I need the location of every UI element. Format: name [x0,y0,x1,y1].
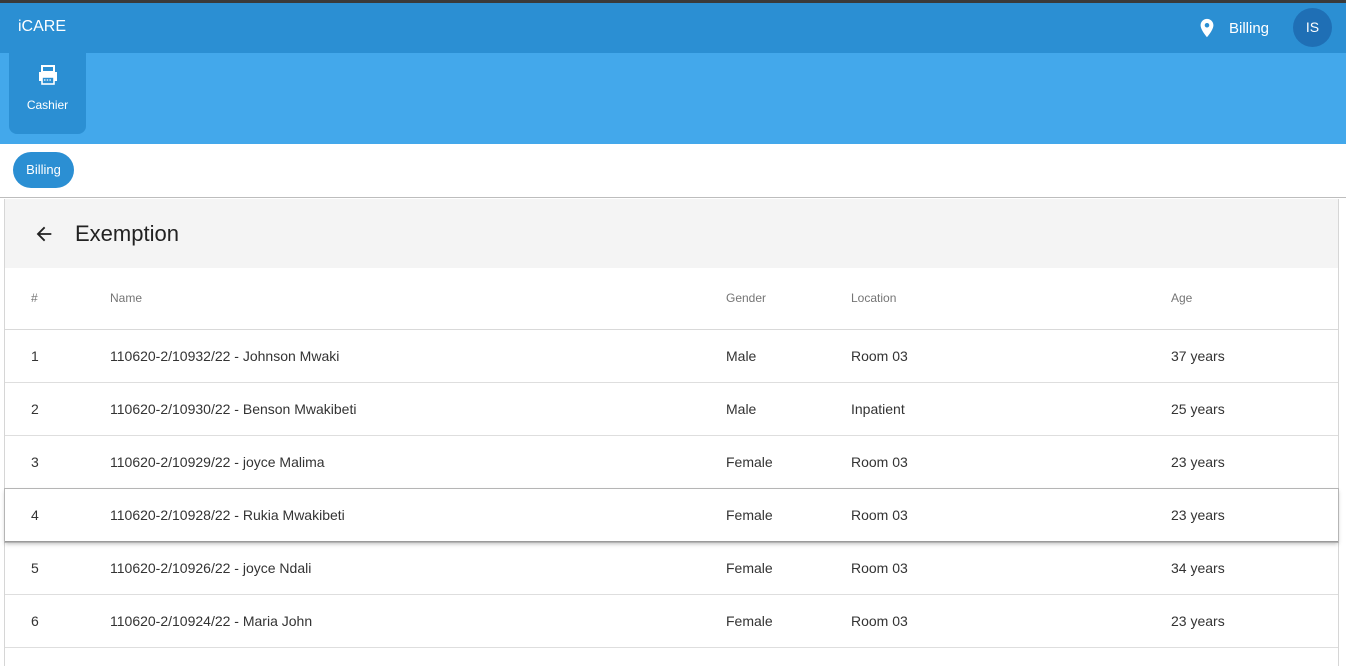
module-cashier[interactable]: Cashier [9,53,86,134]
table-header: # Name Gender Location Age [5,268,1338,330]
app-header: iCARE Billing IS [0,3,1346,53]
patient-name: 110620-2/10924/22 - Maria John [110,613,313,629]
column-header-gender: Gender [726,291,767,305]
column-header-name: Name [110,291,143,305]
row-number: 6 [31,613,39,629]
table-body: 1 110620-2/10932/22 - Johnson Mwaki Male… [5,330,1338,648]
table-row[interactable]: 5 110620-2/10926/22 - joyce Ndali Female… [5,542,1338,595]
current-location-label[interactable]: Billing [1229,20,1269,37]
patient-age: 23 years [1171,454,1225,470]
patient-location: Room 03 [851,348,908,364]
patient-gender: Female [726,613,773,629]
card-header: Exemption [5,199,1338,268]
row-number: 2 [31,401,39,417]
table-row[interactable]: 3 110620-2/10929/22 - joyce Malima Femal… [5,436,1338,489]
patient-gender: Male [726,401,757,417]
row-number: 3 [31,454,39,470]
patient-gender: Male [726,348,757,364]
patient-location: Room 03 [851,454,908,470]
patient-gender: Female [726,560,773,576]
patient-age: 23 years [1171,613,1225,629]
patient-name: 110620-2/10926/22 - joyce Ndali [110,560,312,576]
patient-location: Room 03 [851,613,908,629]
table-row[interactable]: 2 110620-2/10930/22 - Benson Mwakibeti M… [5,383,1338,436]
table-row[interactable]: 4 110620-2/10928/22 - Rukia Mwakibeti Fe… [5,489,1338,542]
row-number: 4 [31,507,39,523]
exemption-card: Exemption # Name Gender Location Age 1 1… [4,199,1339,666]
patient-location: Room 03 [851,560,908,576]
patient-name: 110620-2/10932/22 - Johnson Mwaki [110,348,340,364]
patient-age: 25 years [1171,401,1225,417]
patient-location: Inpatient [851,401,905,417]
patient-gender: Female [726,507,773,523]
user-avatar[interactable]: IS [1293,8,1332,47]
patient-location: Room 03 [851,507,908,523]
module-bar: Cashier [0,53,1346,144]
patient-name: 110620-2/10928/22 - Rukia Mwakibeti [110,507,345,523]
column-header-location: Location [851,291,897,305]
page-title: Exemption [75,221,179,246]
location-pin-icon[interactable] [1196,16,1218,40]
patient-name: 110620-2/10929/22 - joyce Malima [110,454,325,470]
module-cashier-label: Cashier [26,98,69,112]
table-row[interactable]: 1 110620-2/10932/22 - Johnson Mwaki Male… [5,330,1338,383]
column-header-number: # [31,291,38,305]
patient-name: 110620-2/10930/22 - Benson Mwakibeti [110,401,357,417]
patient-age: 34 years [1171,560,1225,576]
table-row[interactable]: 6 110620-2/10924/22 - Maria John Female … [5,595,1338,648]
app-title[interactable]: iCARE [18,18,66,36]
arrow-left-icon[interactable] [33,223,55,245]
column-header-age: Age [1171,291,1193,305]
row-number: 5 [31,560,39,576]
billing-pill-button[interactable]: Billing [13,152,74,188]
patient-age: 37 years [1171,348,1225,364]
row-number: 1 [31,348,39,364]
patient-age: 23 years [1171,507,1225,523]
sub-navigation: Billing [0,144,1346,198]
printer-icon [39,65,57,85]
patient-gender: Female [726,454,773,470]
